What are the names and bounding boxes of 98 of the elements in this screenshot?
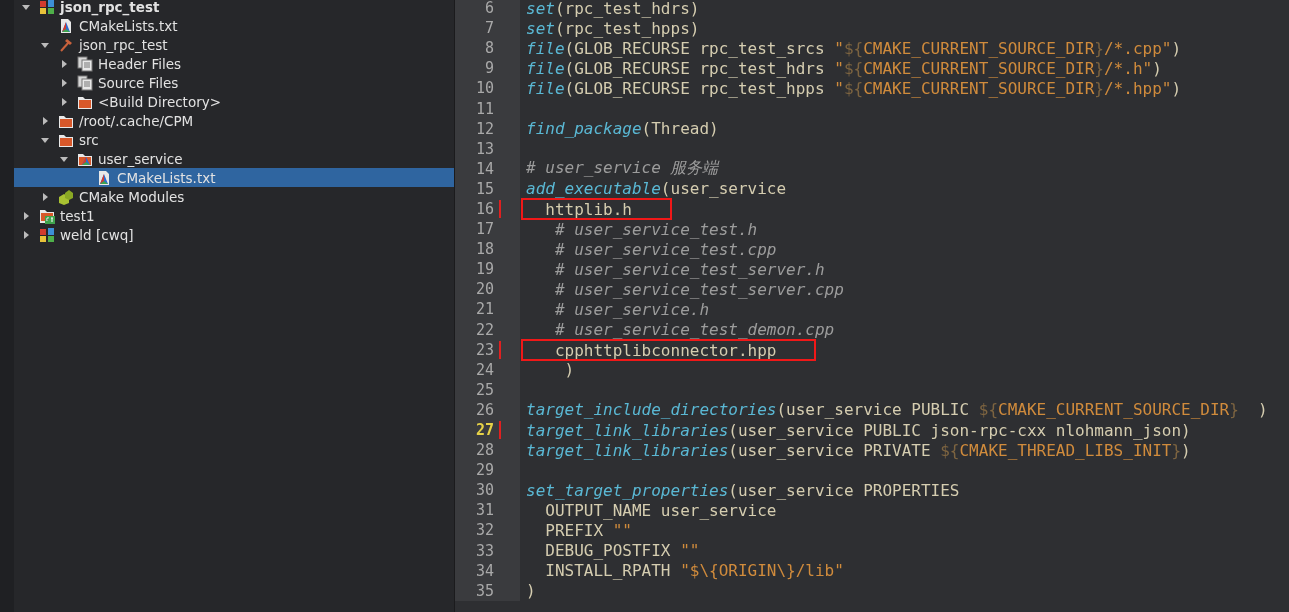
- tree-item-label: <Build Directory>: [98, 93, 222, 110]
- tree-item-label: test1: [60, 207, 95, 224]
- code-line: set_target_properties(user_service PROPERTIES: [525, 480, 960, 500]
- line-number: 31: [475, 501, 494, 520]
- project-icon: [39, 0, 55, 15]
- code-line: OUTPUT_NAME user_service: [544, 500, 777, 520]
- code-line: # user_service_test.cpp: [553, 239, 777, 259]
- tree-item[interactable]: json_rpc_test: [0, 35, 454, 54]
- line-number: 7: [484, 19, 494, 38]
- line-number: 30: [475, 481, 494, 500]
- tree-item-label: weld [cwq]: [60, 226, 134, 243]
- code-line: target_link_libraries(user_service PRIVATE ${CMAKE_THREAD_LIBS_INIT}): [525, 440, 1191, 460]
- code-line: file(GLOB_RECURSE rpc_test_hpps "${CMAKE_CURRENT_SOURCE_DIR}/*.hpp"): [525, 78, 1182, 98]
- expand-arrow-icon[interactable]: [59, 96, 69, 107]
- code-line: cpphttplibconnector.hpp: [553, 340, 777, 360]
- code-line: # user_service.h: [553, 299, 710, 319]
- code-line: # user_service_test_server.cpp: [553, 279, 844, 299]
- line-number: 34: [475, 561, 494, 580]
- line-number: 14: [475, 159, 494, 178]
- tree-item-label: json_rpc_test: [79, 36, 168, 53]
- code-line: DEBUG_POSTFIX "": [544, 541, 700, 561]
- line-number: 15: [475, 179, 494, 198]
- tree-item-label: Header Files: [98, 55, 182, 72]
- cmake-file-icon: [96, 169, 112, 186]
- expand-arrow-icon[interactable]: [21, 229, 31, 240]
- code-line: # user_service_test.h: [553, 219, 758, 239]
- hammer-icon: [58, 36, 74, 53]
- line-number: 28: [475, 441, 494, 460]
- expand-arrow-icon[interactable]: [21, 210, 31, 221]
- line-number: 26: [475, 400, 494, 419]
- line-number: 24: [475, 360, 494, 379]
- expand-arrow-icon[interactable]: [40, 191, 50, 202]
- code-line: file(GLOB_RECURSE rpc_test_hdrs "${CMAKE_CURRENT_SOURCE_DIR}/*.h"): [525, 58, 1162, 78]
- tree-item-label: CMake Modules: [79, 188, 185, 205]
- line-number: 9: [484, 59, 494, 78]
- code-line: set(rpc_test_hdrs): [525, 0, 700, 18]
- line-number: 27: [475, 421, 494, 439]
- tree-item-label: src: [79, 131, 99, 148]
- tree-item[interactable]: Header Files: [0, 54, 454, 73]
- tree-item[interactable]: <Build Directory>: [0, 92, 454, 111]
- code-line: INSTALL_RPATH "$\{ORIGIN\}/lib": [544, 561, 844, 581]
- tree-item-label: user_service: [98, 150, 183, 167]
- tree-item[interactable]: CMake Modules: [0, 187, 454, 206]
- tree-item[interactable]: /root/.cache/CPM: [0, 111, 454, 130]
- line-number: 20: [475, 280, 494, 299]
- expand-arrow-icon[interactable]: [59, 58, 69, 69]
- line-number: 22: [475, 320, 494, 339]
- tree-item[interactable]: json_rpc_test: [0, 0, 454, 16]
- files-icon: [77, 74, 93, 91]
- expand-arrow-icon[interactable]: [59, 77, 69, 88]
- line-number: 25: [475, 380, 494, 399]
- code-line: PREFIX "": [544, 521, 632, 540]
- line-number: 10: [475, 79, 494, 98]
- files-icon: [77, 55, 93, 72]
- tree-item-label: CMakeLists.txt: [79, 17, 178, 34]
- tree-item[interactable]: weld [cwq]: [0, 225, 454, 244]
- line-number: 19: [475, 260, 494, 279]
- tree-item[interactable]: user_service: [0, 149, 454, 168]
- code-line: # user_service_test_demon.cpp: [553, 320, 835, 340]
- line-number: 6: [484, 0, 494, 18]
- code-line: ): [563, 360, 575, 380]
- line-number: 33: [475, 541, 494, 560]
- code-line: target_include_directories(user_service PUBLIC ${CMAKE_CURRENT_SOURCE_DIR} ): [525, 400, 1268, 420]
- code-line: add_executable(user_service: [525, 179, 787, 199]
- code-line: # user_service_test_server.h: [553, 259, 825, 279]
- tree-item-label: Source Files: [98, 74, 179, 91]
- expand-arrow-icon[interactable]: [40, 115, 50, 126]
- tree-item[interactable]: Source Files: [0, 73, 454, 92]
- code-line: ): [525, 581, 536, 601]
- line-number: 12: [475, 119, 494, 138]
- code-line: file(GLOB_RECURSE rpc_test_srcs "${CMAKE_CURRENT_SOURCE_DIR}/*.cpp"): [525, 38, 1182, 58]
- cmake-file-icon: [58, 17, 74, 34]
- line-number: 23: [475, 340, 494, 359]
- tree-item[interactable]: CMakeLists.txt: [14, 168, 454, 187]
- tree-item-label: CMakeLists.txt: [117, 169, 216, 186]
- qt-project-icon: [39, 207, 55, 224]
- code-line: set(rpc_test_hpps): [525, 18, 700, 38]
- line-number: 11: [475, 99, 494, 118]
- tree-item[interactable]: src: [0, 130, 454, 149]
- tree-item[interactable]: test1: [0, 206, 454, 225]
- cubes-icon: [58, 188, 74, 205]
- code-line: target_link_libraries(user_service PUBLIC json-rpc-cxx nlohmann_json): [525, 420, 1191, 440]
- line-number: 18: [475, 240, 494, 259]
- tree-item-label: json_rpc_test: [60, 0, 160, 15]
- line-number: 35: [475, 581, 494, 600]
- line-number: 29: [475, 461, 494, 480]
- line-number: 32: [475, 521, 494, 540]
- code-line: httplib.h: [544, 200, 632, 219]
- line-number: 21: [475, 300, 494, 319]
- code-line: find_package(Thread): [525, 119, 719, 139]
- line-number: 8: [484, 39, 494, 58]
- line-number: 13: [475, 139, 494, 158]
- project-icon: [39, 226, 55, 243]
- line-number: 17: [475, 220, 494, 239]
- line-number: 16: [475, 200, 494, 218]
- code-line: # user_service 服务端: [525, 158, 719, 180]
- tree-item-label: /root/.cache/CPM: [79, 112, 194, 129]
- tree-item[interactable]: CMakeLists.txt: [0, 16, 454, 35]
